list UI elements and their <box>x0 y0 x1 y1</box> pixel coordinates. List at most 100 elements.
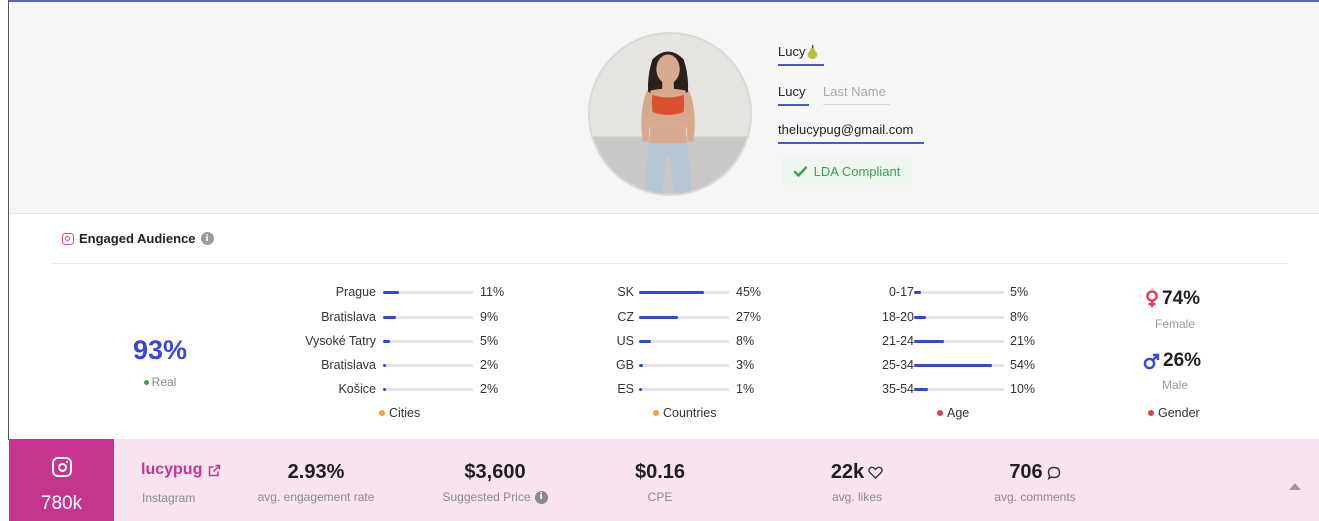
male-percentage: 26% <box>1143 350 1201 372</box>
info-icon[interactable]: i <box>534 490 548 504</box>
engagement-rate-stat: 2.93% avg. engagement rate <box>245 461 387 504</box>
city-bar-fill <box>383 316 396 319</box>
country-name: CZ <box>617 310 634 324</box>
cities-row: Bratislava 2% <box>282 358 522 374</box>
age-range: 18-20 <box>882 310 914 324</box>
handle-text: lucypug <box>141 461 203 478</box>
country-value: 27% <box>736 310 762 324</box>
engagement-rate-value: 2.93% <box>287 461 345 483</box>
age-legend: Age <box>937 406 969 420</box>
age-value: 8% <box>1010 310 1029 324</box>
country-bar-track <box>639 291 729 294</box>
city-bar-fill <box>383 388 386 391</box>
age-legend-label: Age <box>947 406 970 420</box>
city-bar-track <box>383 340 473 343</box>
countries-row: ES 1% <box>560 382 780 398</box>
followers-count: 780k <box>40 493 83 514</box>
city-name: Bratislava <box>321 310 376 324</box>
cities-legend-label: Cities <box>389 406 421 420</box>
platform-label: Instagram <box>142 491 196 505</box>
country-name: SK <box>617 285 634 299</box>
age-row: 35-54 10% <box>840 382 1060 398</box>
male-label: Male <box>1161 378 1188 392</box>
heart-icon <box>868 466 883 479</box>
cities-row: Vysoké Tatry 5% <box>282 334 522 350</box>
female-value: 74% <box>1162 288 1201 309</box>
city-bar-track <box>383 316 473 319</box>
cities-row: Košice 2% <box>282 382 522 398</box>
country-bar-fill <box>639 291 704 294</box>
countries-row: SK 45% <box>560 285 780 301</box>
age-value: 54% <box>1010 358 1036 372</box>
last-name-underline <box>823 104 890 105</box>
caret-up-icon[interactable] <box>1289 483 1301 490</box>
email-value: thelucypug@gmail.com <box>778 122 914 137</box>
real-label-text: Real <box>151 375 177 389</box>
age-bar-fill <box>914 316 926 319</box>
age-bar-fill <box>914 364 992 367</box>
country-bar-track <box>639 364 729 367</box>
country-bar-track <box>639 388 729 391</box>
cpe-value: $0.16 <box>634 461 686 483</box>
city-value: 2% <box>480 382 499 396</box>
first-name-value: Lucy <box>778 84 806 99</box>
country-bar-track <box>639 340 729 343</box>
avg-comments-value-row: 706 <box>980 461 1090 484</box>
avg-comments-value: 706 <box>1009 461 1043 483</box>
countries-legend-label: Countries <box>663 406 717 420</box>
country-value: 1% <box>736 382 755 396</box>
country-name: ES <box>617 382 634 396</box>
display-name-field[interactable]: Lucy <box>778 44 819 59</box>
city-name: Košice <box>338 382 376 396</box>
check-icon <box>793 165 807 177</box>
country-value: 45% <box>736 285 762 299</box>
avatar-photo <box>590 34 750 194</box>
city-bar-track <box>383 291 473 294</box>
info-icon[interactable]: i <box>200 232 214 245</box>
avg-likes-stat: 22k avg. likes <box>812 461 902 504</box>
male-icon <box>1143 353 1160 369</box>
age-bar-track <box>914 364 1004 367</box>
comment-icon <box>1047 466 1060 480</box>
countries-row: GB 3% <box>560 358 780 374</box>
city-bar-fill <box>383 291 399 294</box>
email-field[interactable]: thelucypug@gmail.com <box>778 122 913 137</box>
age-bar-fill <box>914 340 944 343</box>
instagram-icon <box>52 457 72 477</box>
real-percentage: 93% <box>132 335 188 365</box>
real-dot-icon <box>143 380 149 386</box>
country-bar-fill <box>639 316 678 319</box>
suggested-price-label: Suggested Price <box>442 490 531 504</box>
city-value: 5% <box>480 334 499 348</box>
display-name-value: Lucy <box>778 44 806 59</box>
age-row: 0-17 5% <box>840 285 1060 301</box>
city-bar-track <box>383 364 473 367</box>
countries-row: US 8% <box>560 334 780 350</box>
avatar[interactable] <box>588 32 752 196</box>
gender-legend-label: Gender <box>1158 406 1200 420</box>
suggested-price-value: $3,600 <box>464 461 526 483</box>
instagram-platform-tab[interactable]: 780k <box>9 439 114 521</box>
age-row: 21-24 21% <box>840 334 1060 350</box>
age-value: 10% <box>1010 382 1036 396</box>
cities-legend: Cities <box>379 406 420 420</box>
countries-row: CZ 27% <box>560 310 780 326</box>
country-value: 8% <box>736 334 755 348</box>
profile-handle-link[interactable]: lucypug <box>141 461 221 479</box>
pear-emoji-icon <box>808 44 818 59</box>
age-range: 0-17 <box>888 285 914 299</box>
city-bar-fill <box>383 364 386 367</box>
cpe-stat: $0.16 CPE <box>620 461 700 504</box>
first-name-field[interactable]: Lucy <box>778 84 805 99</box>
female-icon <box>1146 290 1158 307</box>
gender-dot-icon <box>1148 410 1154 416</box>
country-bar-track <box>639 316 729 319</box>
email-underline <box>778 142 924 144</box>
age-range: 21-24 <box>882 334 914 348</box>
last-name-field[interactable]: Last Name <box>823 84 886 99</box>
city-bar-fill <box>383 340 390 343</box>
age-bar-fill <box>914 388 928 391</box>
lda-compliant-label: LDA Compliant <box>813 163 901 179</box>
country-bar-fill <box>639 364 643 367</box>
female-label: Female <box>1154 317 1195 331</box>
